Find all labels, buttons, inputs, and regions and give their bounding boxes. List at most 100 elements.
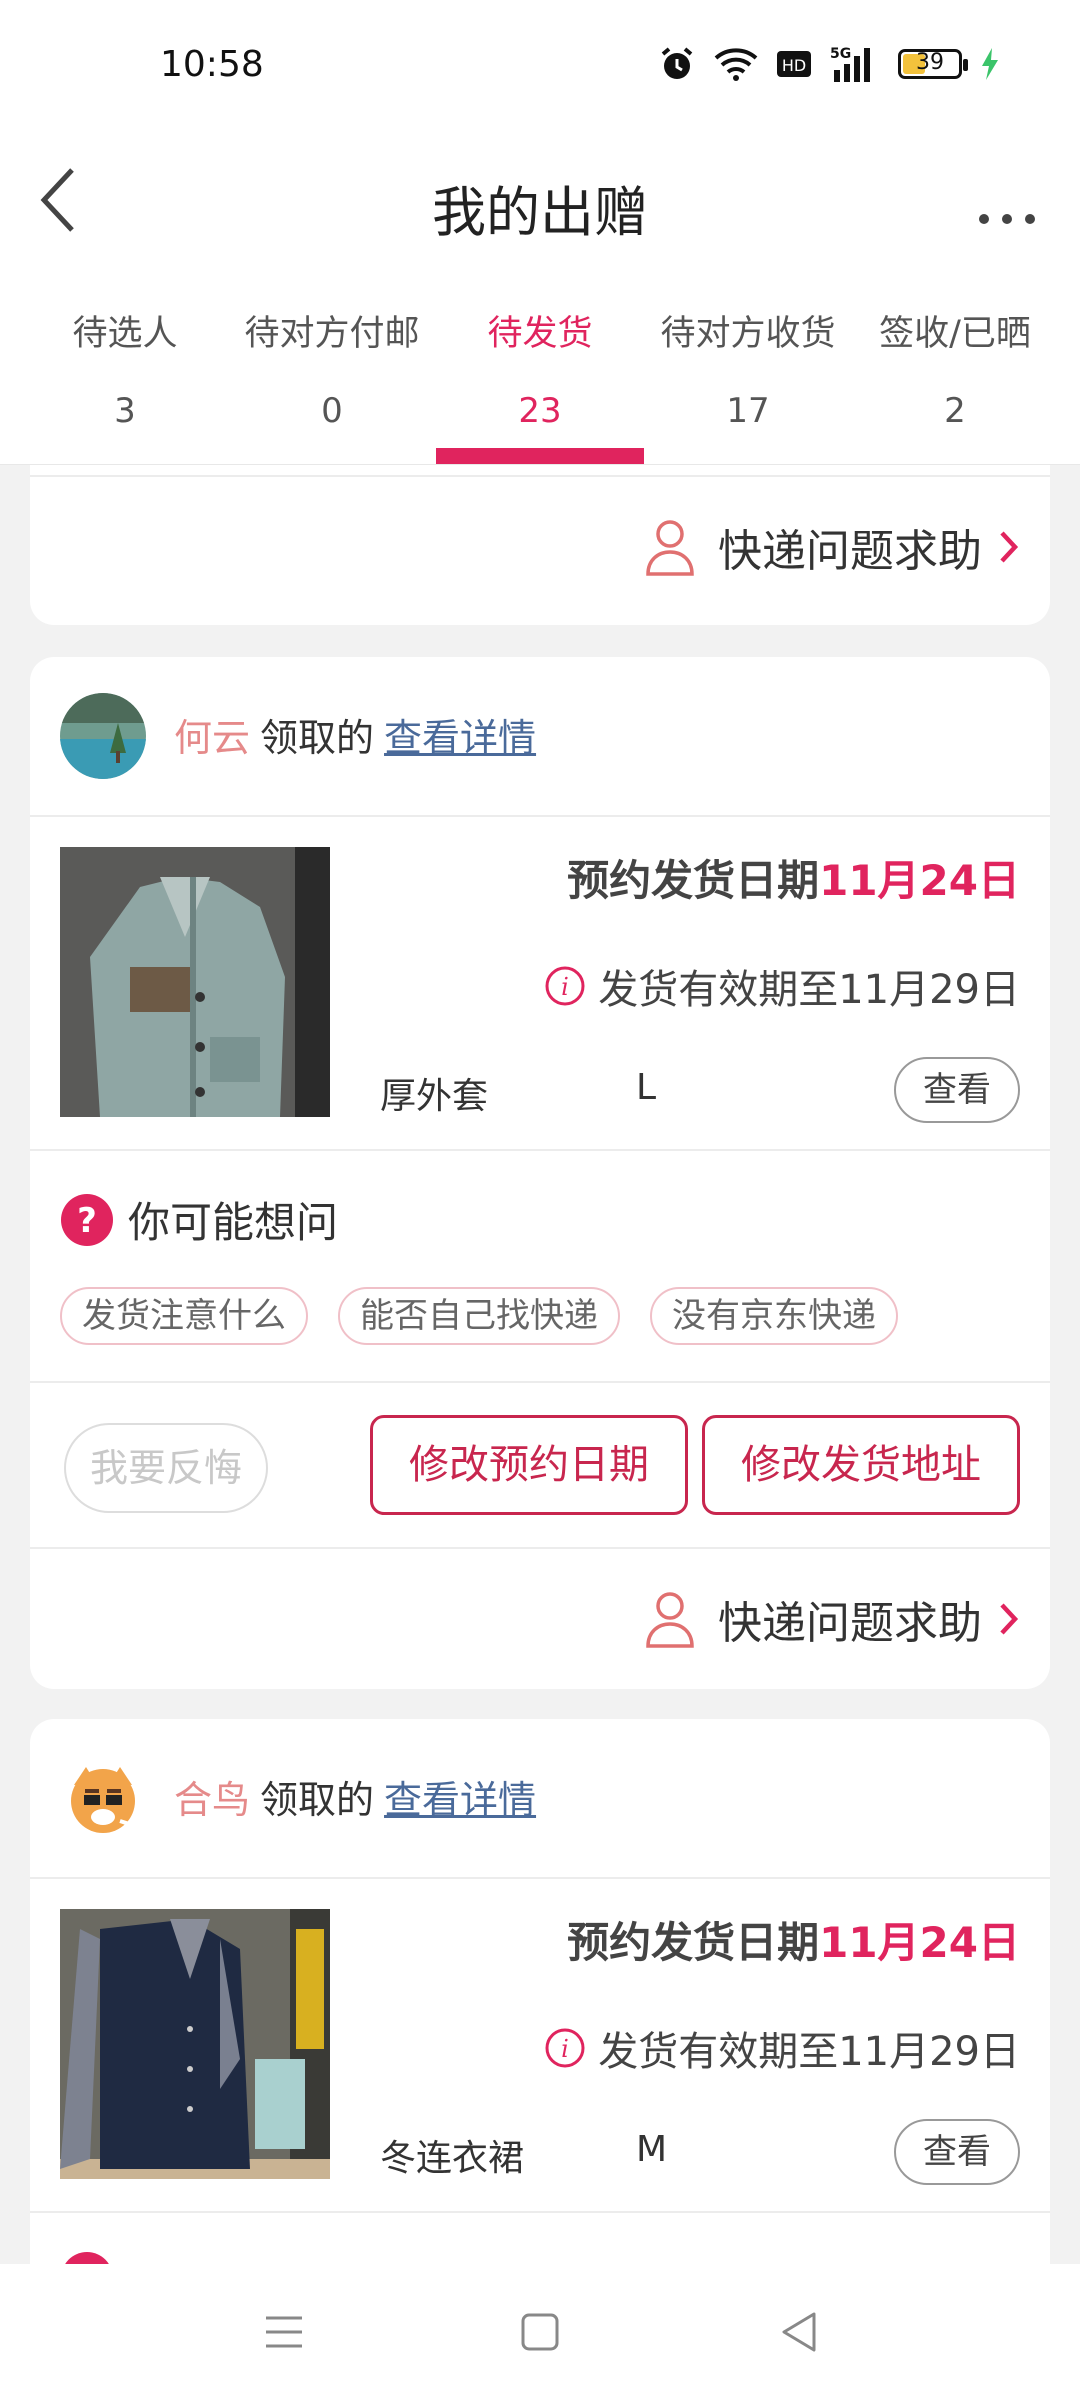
back-nav-icon[interactable]: [770, 2302, 830, 2362]
ship-date-label: 预约发货日期: [567, 856, 820, 905]
tab-pending-select[interactable]: 待选人 3: [17, 275, 233, 465]
regret-button[interactable]: 我要反悔: [64, 1423, 268, 1513]
faq-chip[interactable]: 能否自己找快递: [338, 1287, 620, 1345]
ship-validity: i 发货有效期至11月29日: [544, 2019, 1020, 2077]
faq-title: [60, 2251, 114, 2265]
alarm-icon: [661, 47, 693, 79]
chevron-right-icon: [1000, 1603, 1019, 1635]
ship-validity: i 发货有效期至11月29日: [544, 957, 1020, 1015]
tab-count: 2: [944, 391, 966, 431]
claim-text: 领取的: [260, 716, 375, 760]
product-row: 预约发货日期11月24日 i 发货有效期至11月29日 厚外套 L 查看: [30, 815, 1050, 1149]
wifi-icon: [714, 48, 758, 81]
card-header: 何云 领取的 查看详情: [30, 657, 1050, 815]
change-address-button[interactable]: 修改发货地址: [702, 1415, 1020, 1515]
faq-chip[interactable]: 没有京东快递: [650, 1287, 898, 1345]
battery-icon: 39: [898, 49, 968, 79]
giver-name[interactable]: 合鸟: [174, 1778, 250, 1822]
tab-pending-postage[interactable]: 待对方付邮 0: [224, 275, 440, 465]
faq-title-text: 你可能想问: [128, 1198, 339, 1247]
item-name: 冬连衣裙: [380, 2138, 525, 2179]
faq-section: [30, 2211, 1050, 2265]
system-nav-bar: [0, 2264, 1080, 2400]
status-icons: HD 5G 39: [658, 44, 1000, 84]
scheduled-ship-date: 预约发货日期11月24日: [567, 847, 1020, 908]
signal-5g-icon: 5G: [830, 46, 870, 82]
status-bar: 10:58 HD 5G 39: [0, 0, 1080, 130]
avatar[interactable]: [60, 693, 146, 779]
express-help-label: 快递问题求助: [718, 526, 982, 577]
item-size: L: [636, 1067, 657, 1108]
tab-label: 待对方收货: [660, 314, 836, 354]
tab-label: 签收/已晒: [879, 314, 1031, 354]
more-icon[interactable]: [972, 170, 1042, 230]
menu-icon[interactable]: [254, 2302, 314, 2362]
express-help-row[interactable]: 快递问题求助: [30, 475, 1050, 615]
charging-icon: [982, 48, 998, 80]
giver-name[interactable]: 何云: [174, 716, 250, 760]
active-tab-indicator: [436, 448, 644, 464]
claim-text: 领取的: [260, 1778, 375, 1822]
gift-card: 何云 领取的 查看详情 预约发货日期11月24日 i 发货有效期至11月29日 厚外…: [30, 657, 1050, 1689]
tab-count: 17: [726, 391, 770, 431]
product-row: 预约发货日期11月24日 i 发货有效期至11月29日 冬连衣裙 M 查看: [30, 1877, 1050, 2211]
tab-label: 待对方付邮: [244, 314, 420, 354]
svg-text:HD: HD: [782, 56, 806, 75]
status-time: 10:58: [160, 44, 264, 85]
product-image[interactable]: [60, 847, 330, 1117]
change-date-button[interactable]: 修改预约日期: [370, 1415, 688, 1515]
nav-bar: 我的出赠: [0, 130, 1080, 275]
view-button[interactable]: 查看: [894, 1057, 1020, 1123]
faq-section: ? 你可能想问 发货注意什么 能否自己找快递 没有京东快递: [30, 1149, 1050, 1381]
hd-icon: HD: [777, 51, 811, 77]
home-icon[interactable]: [510, 2302, 570, 2362]
view-details-link[interactable]: 查看详情: [384, 716, 536, 760]
battery-level: 39: [916, 50, 944, 75]
svg-text:?: ?: [77, 1201, 97, 1241]
faq-chip[interactable]: 发货注意什么: [60, 1287, 308, 1345]
gift-card-partial: 快递问题求助: [30, 465, 1050, 625]
svg-text:i: i: [561, 973, 569, 1001]
express-help-row[interactable]: 快递问题求助: [30, 1547, 1050, 1687]
tab-count: 0: [321, 391, 343, 431]
giver-line: 合鸟 领取的 查看详情: [174, 1769, 536, 1824]
question-icon: [64, 2252, 110, 2265]
ship-date-value: 11月24日: [819, 856, 1020, 905]
person-icon: [646, 520, 694, 576]
question-icon: ?: [61, 1193, 113, 1246]
validity-text: 发货有效期至11月29日: [598, 967, 1020, 1013]
chevron-right-icon: [1000, 531, 1019, 563]
ship-date-value: 11月24日: [819, 1918, 1020, 1967]
gift-list[interactable]: 快递问题求助 何云 领取的 查看详情 预约发货日期11月24日 i 发货有效期至11…: [0, 465, 1080, 2265]
tab-label: 待发货: [487, 314, 593, 354]
express-help-label: 快递问题求助: [718, 1598, 982, 1649]
faq-chips: 发货注意什么 能否自己找快递 没有京东快递: [60, 1287, 898, 1345]
item-size: M: [636, 2129, 668, 2170]
person-icon: [646, 1592, 694, 1648]
avatar[interactable]: [60, 1755, 146, 1841]
card-header: 合鸟 领取的 查看详情: [30, 1719, 1050, 1877]
tab-signed[interactable]: 签收/已晒 2: [847, 275, 1063, 465]
view-details-link[interactable]: 查看详情: [384, 1778, 536, 1822]
status-tabs: 待选人 3 待对方付邮 0 待发货 23 待对方收货 17 签收/已晒 2: [0, 275, 1080, 465]
scheduled-ship-date: 预约发货日期11月24日: [567, 1909, 1020, 1970]
tab-pending-ship[interactable]: 待发货 23: [432, 275, 648, 465]
info-icon: i: [545, 966, 585, 1006]
view-button[interactable]: 查看: [894, 2119, 1020, 2185]
product-image[interactable]: [60, 1909, 330, 2179]
item-name: 厚外套: [380, 1076, 489, 1117]
info-icon: i: [545, 2028, 585, 2068]
tab-pending-receive[interactable]: 待对方收货 17: [640, 275, 856, 465]
svg-text:5G: 5G: [830, 46, 851, 62]
faq-title: ? 你可能想问: [60, 1189, 338, 1250]
gift-card: 合鸟 领取的 查看详情 预约发货日期11月24日 i 发货有效期至11月29日 冬连…: [30, 1719, 1050, 2265]
tab-count: 23: [518, 391, 562, 431]
action-row: 我要反悔 修改预约日期 修改发货地址: [30, 1381, 1050, 1547]
validity-text: 发货有效期至11月29日: [598, 2029, 1020, 2075]
page-title: 我的出赠: [432, 181, 648, 244]
svg-text:i: i: [561, 2035, 569, 2063]
ship-date-label: 预约发货日期: [567, 1918, 820, 1967]
tab-label: 待选人: [72, 314, 178, 354]
tab-count: 3: [114, 391, 136, 431]
giver-line: 何云 领取的 查看详情: [174, 707, 536, 762]
